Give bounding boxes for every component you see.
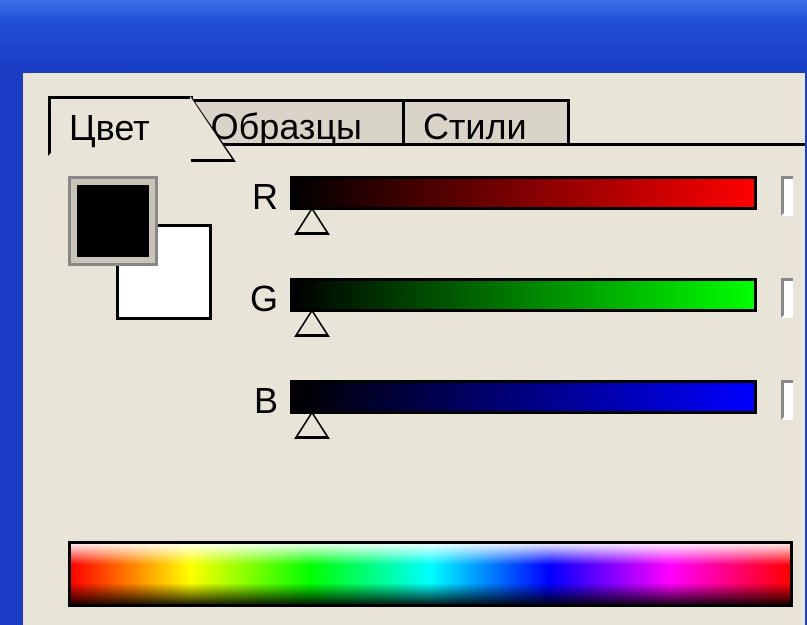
- foreground-color-fill: [77, 185, 149, 257]
- value-input-b[interactable]: [781, 380, 793, 420]
- slider-handle-r[interactable]: [298, 210, 326, 232]
- color-spectrum-ramp[interactable]: [68, 541, 793, 607]
- slider-handle-g[interactable]: [298, 312, 326, 334]
- slider-gradient-g: [290, 278, 757, 312]
- value-input-g[interactable]: [781, 278, 793, 318]
- slider-row-g: G: [236, 278, 793, 348]
- slider-gradient-r: [290, 176, 757, 210]
- tab-color[interactable]: Цвет: [48, 96, 193, 156]
- slider-track-b[interactable]: [290, 380, 757, 414]
- slider-track-r[interactable]: [290, 176, 757, 210]
- slider-label-g: G: [236, 278, 290, 320]
- tab-label: Цвет: [69, 107, 150, 148]
- window-titlebar: [0, 0, 807, 70]
- foreground-color-swatch[interactable]: [68, 176, 158, 266]
- color-panel-window: Цвет Образцы Стили R: [20, 70, 805, 625]
- slider-track-g[interactable]: [290, 278, 757, 312]
- slider-label-b: B: [236, 380, 290, 422]
- foreground-background-swatches: [68, 176, 208, 316]
- value-input-r[interactable]: [781, 176, 793, 216]
- tab-label: Стили: [423, 106, 527, 147]
- slider-gradient-b: [290, 380, 757, 414]
- slider-row-r: R: [236, 176, 793, 246]
- slider-row-b: B: [236, 380, 793, 450]
- rgb-sliders: R G B: [236, 176, 793, 482]
- color-panel-body: R G B: [48, 143, 805, 625]
- slider-handle-b[interactable]: [298, 414, 326, 436]
- slider-label-r: R: [236, 176, 290, 218]
